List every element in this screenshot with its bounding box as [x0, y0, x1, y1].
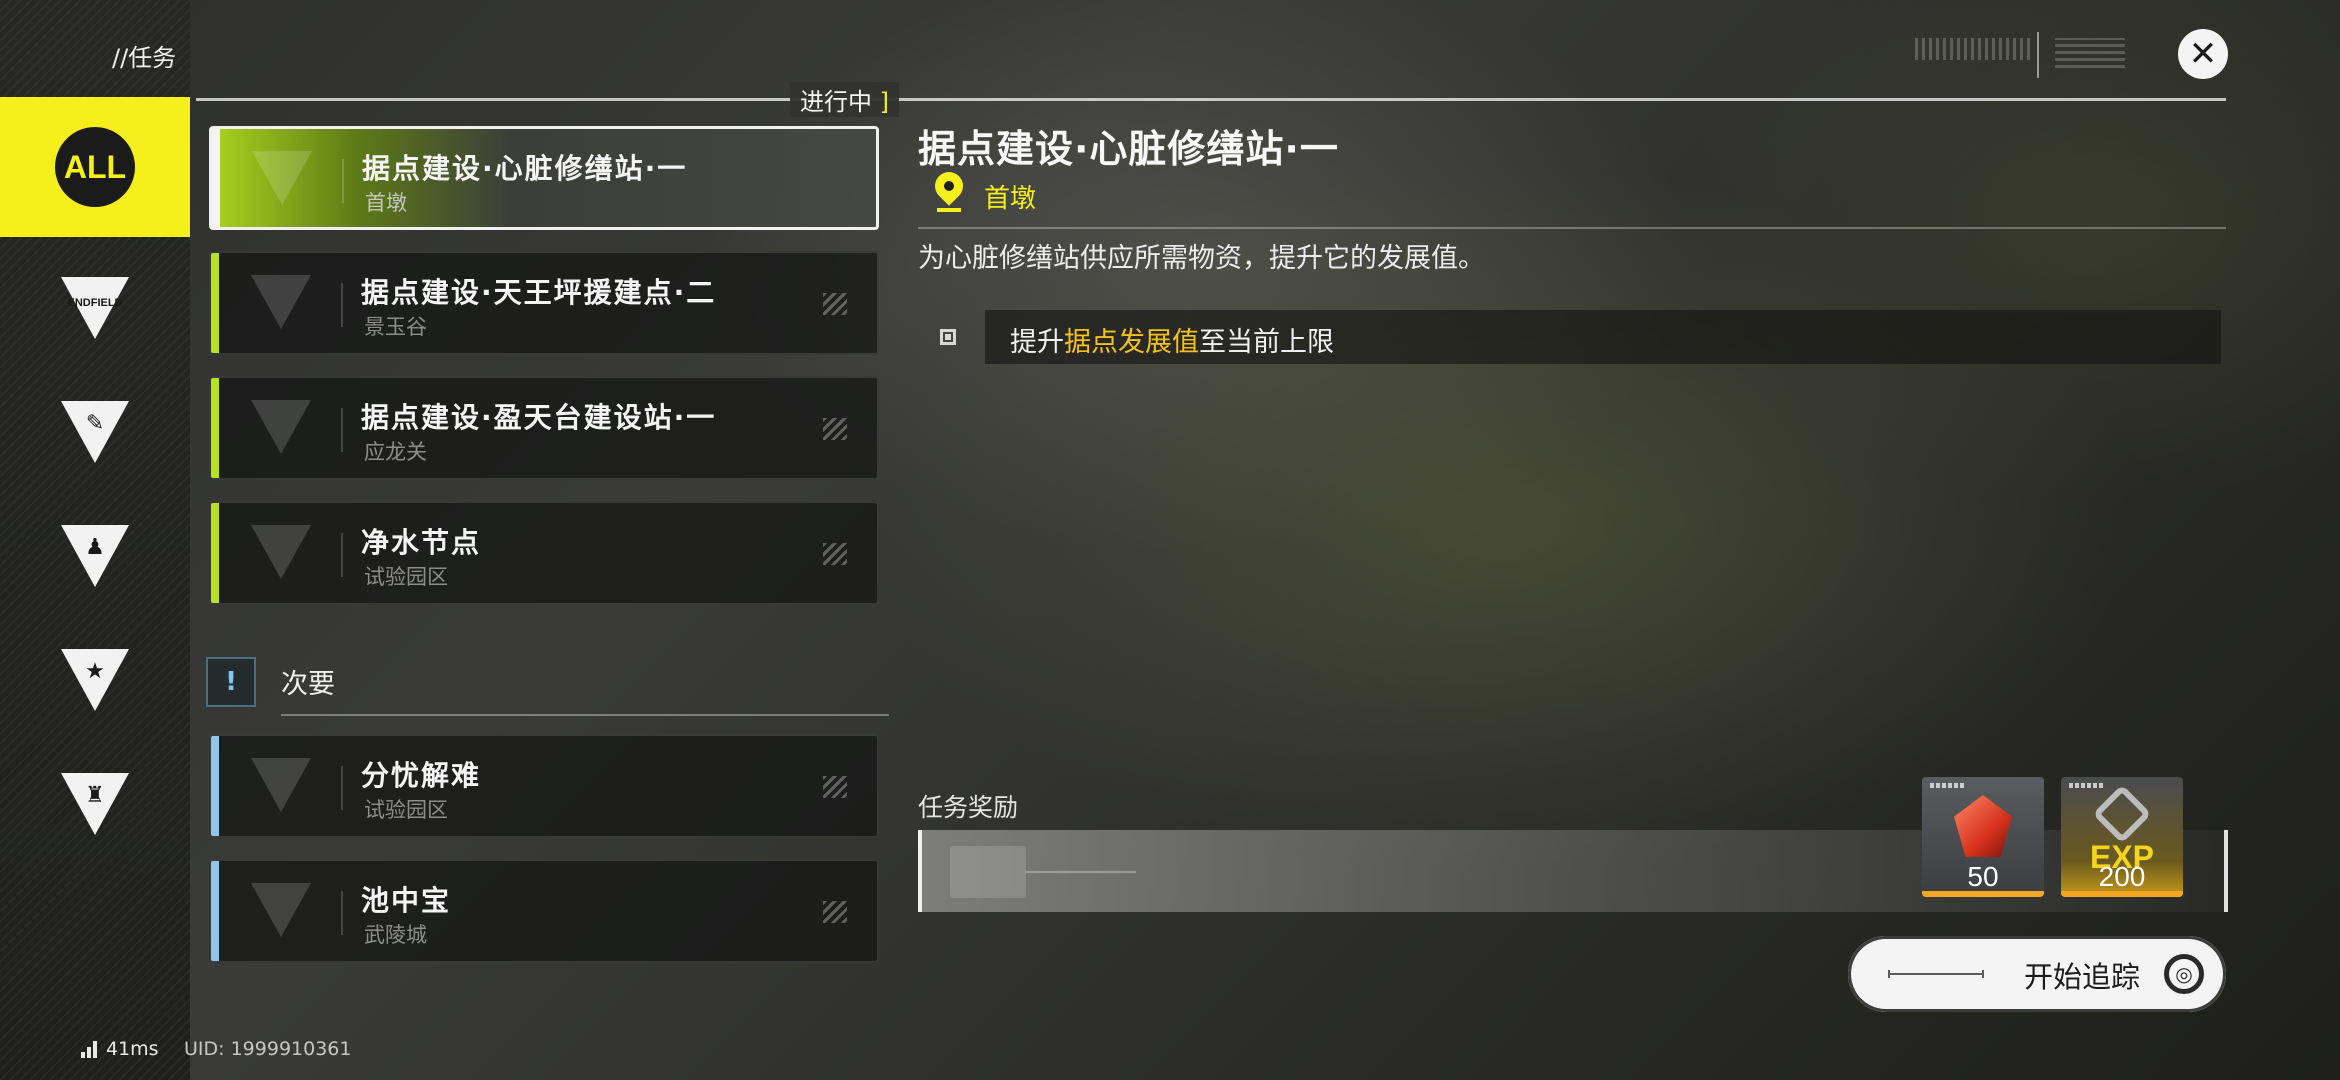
all-icon: ALL — [55, 127, 135, 207]
header-divider — [2037, 32, 2039, 78]
exp-icon — [2092, 784, 2152, 844]
uid-value: 1999910361 — [230, 1038, 352, 1060]
objective-checkbox-icon — [940, 329, 956, 345]
quest-location: 首墩 — [365, 191, 407, 215]
quest-detail-title: 据点建设·心脏修缮站·一 — [918, 127, 1339, 171]
quest-location: 景玉谷 — [364, 315, 427, 339]
tower-triangle-icon: ♜ — [61, 773, 129, 835]
quest-detail-location: 首墩 — [984, 184, 1037, 214]
quest-card[interactable]: 据点建设·天王坪援建点·二 景玉谷 — [209, 251, 879, 355]
quest-card-secondary[interactable]: 分忧解难 试验园区 — [209, 734, 879, 838]
ping-value: 41ms — [106, 1038, 159, 1060]
tab-faction-5[interactable]: ♜ — [0, 742, 190, 866]
reward-arrow — [1026, 871, 1136, 873]
hatch-icon — [823, 418, 847, 440]
endfield-triangle-icon: ENDFIELD — [61, 277, 129, 339]
quest-emblem-icon — [251, 525, 311, 579]
quest-card[interactable]: 净水节点 试验园区 — [209, 501, 879, 605]
exp-reward[interactable]: EXP 200 — [2061, 777, 2183, 897]
header-decoration-2 — [2055, 38, 2125, 68]
star-triangle-icon: ★ — [61, 649, 129, 711]
signal-icon — [81, 1040, 99, 1058]
reward-count: 200 — [2098, 861, 2146, 892]
crystal-reward[interactable]: 50 — [1922, 777, 2044, 897]
quest-emblem-icon — [251, 275, 311, 329]
quest-location: 应龙关 — [364, 440, 427, 464]
quest-title: 据点建设·心脏修缮站·一 — [362, 152, 688, 185]
quest-emblem-icon — [252, 151, 312, 205]
objective-highlight: 据点发展值 — [1064, 327, 1199, 358]
tab-faction-2[interactable]: ✎ — [0, 370, 190, 494]
quest-card-secondary[interactable]: 池中宝 武陵城 — [209, 859, 879, 963]
secondary-section-label: 次要 — [281, 669, 335, 700]
leaf-triangle-icon: ✎ — [61, 401, 129, 463]
quest-description: 为心脏修缮站供应所需物资，提升它的发展值。 — [918, 243, 1485, 274]
quest-emblem-icon — [251, 758, 311, 812]
quest-location: 武陵城 — [364, 923, 427, 947]
in-progress-label: 进行中 ] — [790, 82, 899, 117]
quest-title: 据点建设·盈天台建设站·一 — [361, 401, 717, 434]
detail-divider — [918, 227, 2226, 229]
quest-emblem-icon — [251, 400, 311, 454]
reward-box-icon — [950, 846, 1026, 898]
uid-text: UID: 1999910361 — [184, 1038, 352, 1060]
hatch-icon — [823, 901, 847, 923]
close-button[interactable]: ✕ — [2178, 29, 2228, 79]
quest-location: 试验园区 — [364, 798, 448, 822]
quest-card-selected[interactable]: 据点建设·心脏修缮站·一 首墩 — [209, 126, 879, 230]
header-decoration — [1915, 38, 2030, 60]
red-crystal-icon — [1954, 795, 2012, 857]
person-triangle-icon: ♟ — [61, 525, 129, 587]
objective-text: 提升据点发展值至当前上限 — [1010, 327, 1334, 358]
tracking-target-icon: ◎ — [2164, 954, 2204, 994]
hatch-icon — [823, 543, 847, 565]
quest-title: 分忧解难 — [361, 759, 482, 792]
secondary-divider — [281, 714, 889, 716]
secondary-exclamation-icon: ! — [206, 657, 256, 707]
quest-location: 试验园区 — [364, 565, 448, 589]
faction-sidebar: ALL ENDFIELD ✎ ♟ ★ ♜ — [0, 0, 190, 1080]
tab-faction-3[interactable]: ♟ — [0, 494, 190, 618]
quest-title: 池中宝 — [361, 884, 452, 917]
tab-faction-4[interactable]: ★ — [0, 618, 190, 742]
start-tracking-button[interactable]: 开始追踪 ◎ — [1848, 936, 2226, 1012]
page-title: //任务 — [112, 44, 177, 72]
start-tracking-label: 开始追踪 — [2024, 960, 2141, 994]
hatch-icon — [823, 776, 847, 798]
tab-all[interactable]: ALL — [0, 97, 190, 237]
in-progress-divider — [196, 98, 2226, 101]
quest-title: 据点建设·天王坪援建点·二 — [361, 276, 717, 309]
quest-title: 净水节点 — [361, 526, 482, 559]
rewards-title: 任务奖励 — [918, 793, 1019, 822]
reward-count: 50 — [1967, 861, 1999, 892]
quest-emblem-icon — [251, 883, 311, 937]
close-icon: ✕ — [2188, 34, 2218, 74]
tab-endfield[interactable]: ENDFIELD — [0, 246, 190, 370]
quest-card[interactable]: 据点建设·盈天台建设站·一 应龙关 — [209, 376, 879, 480]
hatch-icon — [823, 293, 847, 315]
